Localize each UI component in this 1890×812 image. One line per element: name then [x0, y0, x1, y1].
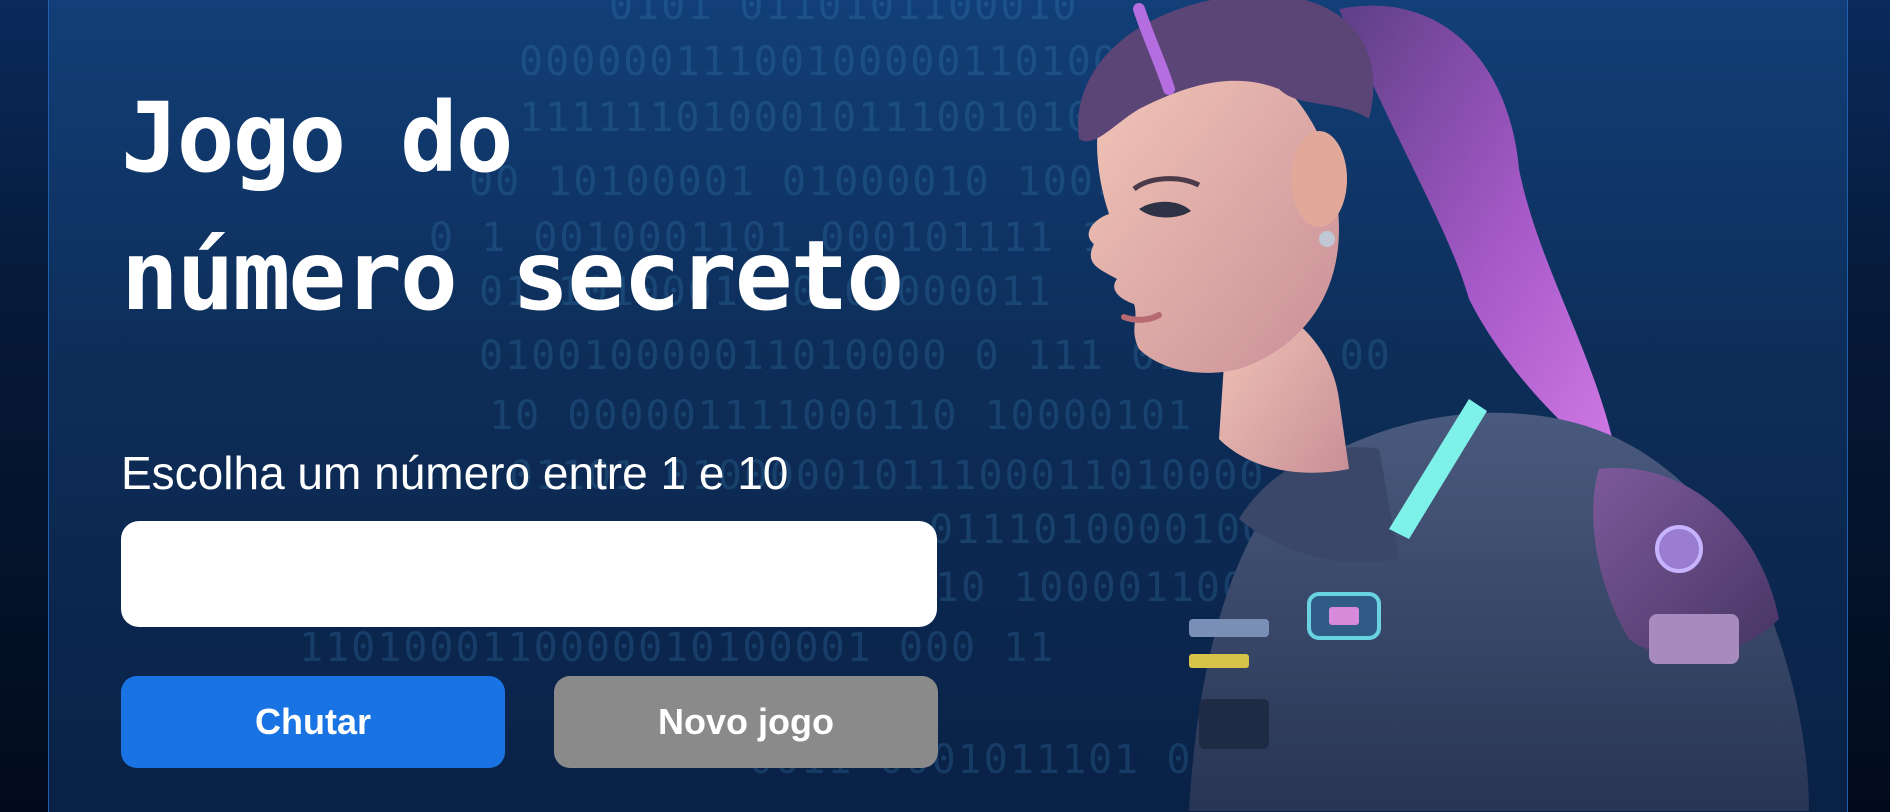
robot-girl-illustration — [1078, 0, 1809, 811]
guess-button[interactable]: Chutar — [121, 676, 505, 768]
page: 0101 0110101100010 000000111001000001101… — [0, 0, 1890, 812]
guess-input[interactable] — [121, 521, 937, 627]
new-game-button[interactable]: Novo jogo — [554, 676, 938, 768]
button-row: Chutar Novo jogo — [121, 676, 941, 768]
game-container: 0101 0110101100010 000000111001000001101… — [48, 0, 1848, 812]
number-prompt: Escolha um número entre 1 e 10 — [121, 447, 789, 499]
binary-row: 0101 0110101100010 — [609, 0, 1079, 29]
title-line-1: Jogo do — [121, 82, 514, 194]
game-panel: Jogo do número secreto Escolha um número… — [121, 69, 941, 768]
title-line-2: número secreto — [121, 220, 904, 332]
page-title: Jogo do número secreto — [121, 69, 941, 345]
